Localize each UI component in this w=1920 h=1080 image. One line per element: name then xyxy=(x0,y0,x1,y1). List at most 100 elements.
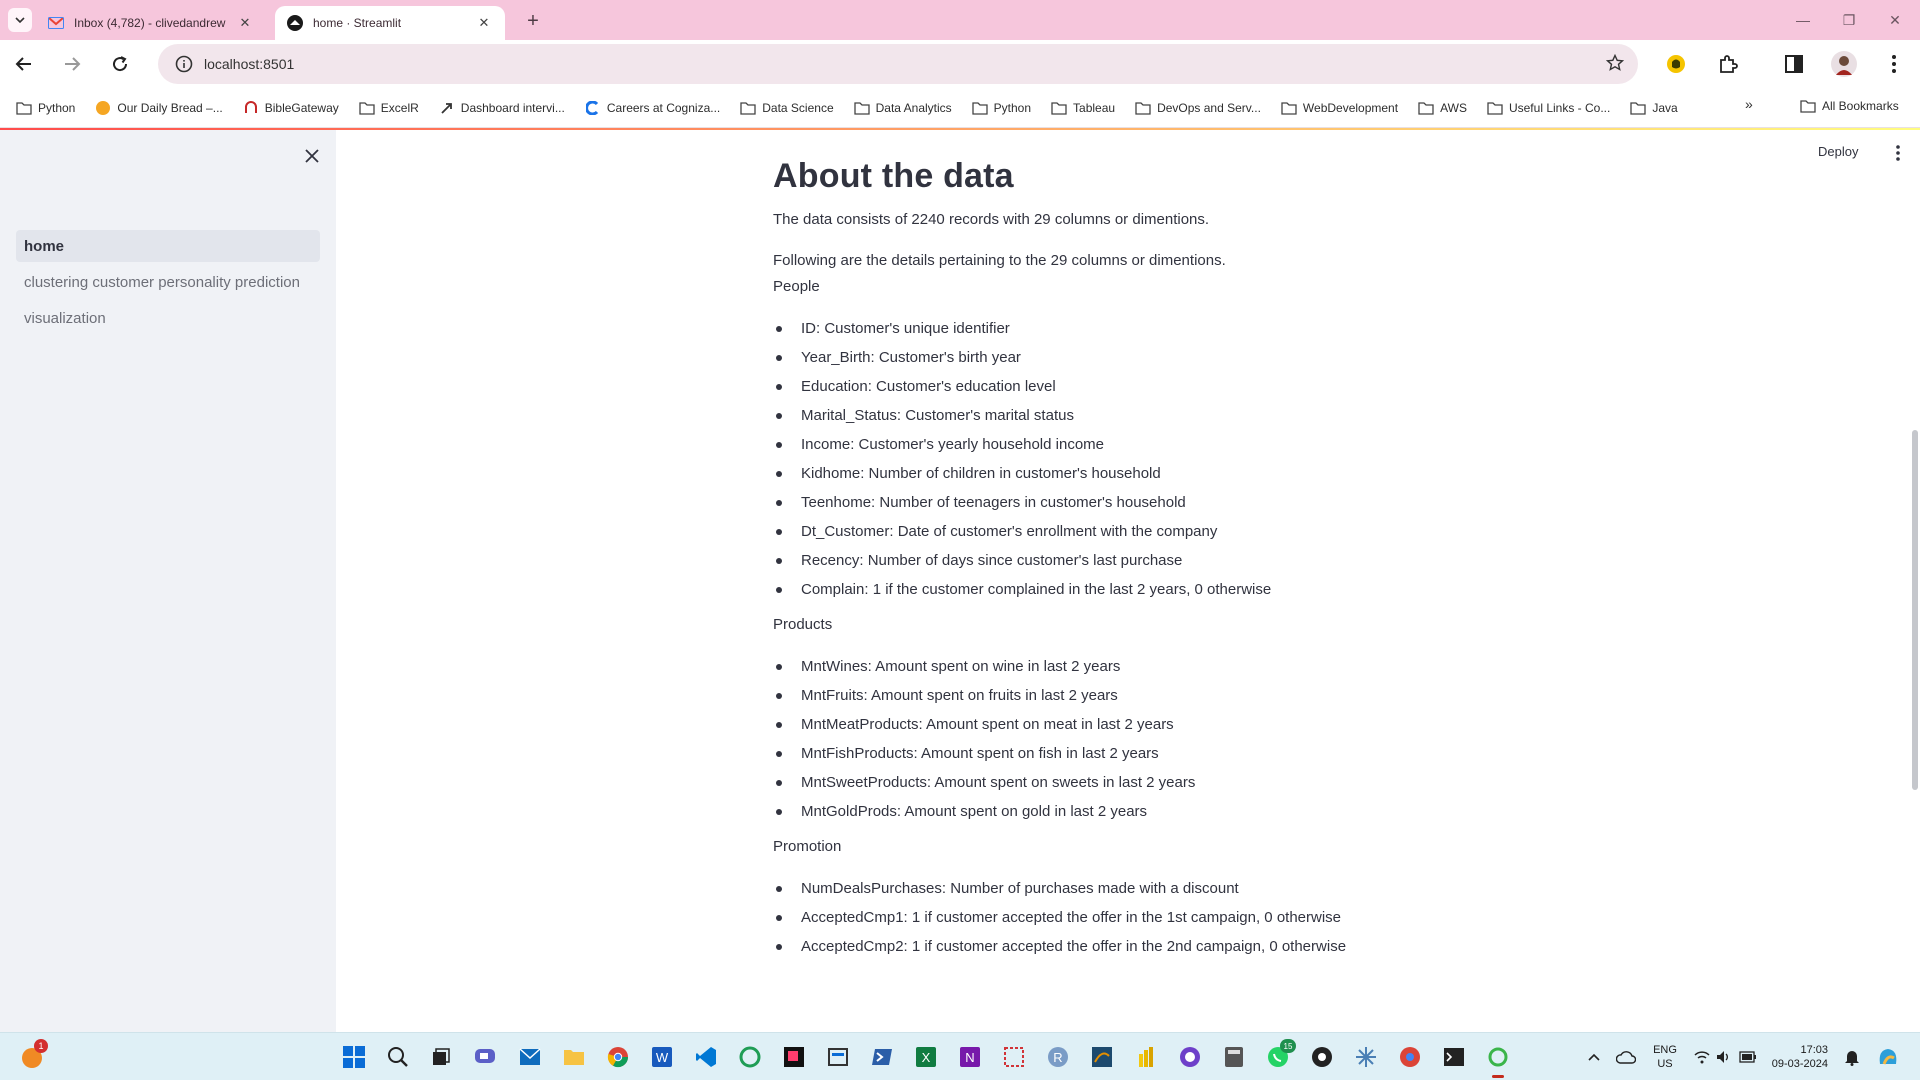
task-view-icon[interactable] xyxy=(427,1043,455,1071)
search-icon[interactable] xyxy=(384,1043,412,1071)
bookmark-biblegateway[interactable]: BibleGateway xyxy=(243,100,339,116)
clock-date: 09-03-2024 xyxy=(1771,1058,1828,1070)
app-icon[interactable] xyxy=(736,1043,764,1071)
extensions-puzzle-icon[interactable] xyxy=(1714,50,1742,78)
list-item: Marital_Status: Customer's marital statu… xyxy=(773,406,1473,435)
start-menu-icon[interactable] xyxy=(340,1043,368,1071)
onedrive-icon[interactable] xyxy=(1612,1043,1640,1071)
powershell-icon[interactable] xyxy=(868,1043,896,1071)
clock[interactable]: 17:03 09-03-2024 xyxy=(1768,1043,1828,1071)
back-button[interactable] xyxy=(8,48,40,80)
language-indicator[interactable]: ENG US xyxy=(1650,1043,1680,1071)
sidebar-item-visualization[interactable]: visualization xyxy=(16,302,320,334)
app-icon[interactable] xyxy=(780,1043,808,1071)
sidebar-item-home[interactable]: home xyxy=(16,230,320,262)
chrome-icon[interactable] xyxy=(604,1043,632,1071)
side-panel-icon[interactable] xyxy=(1780,50,1808,78)
folder-icon xyxy=(853,100,870,116)
onenote-icon[interactable]: N xyxy=(956,1043,984,1071)
close-window-button[interactable]: ✕ xyxy=(1872,0,1918,40)
bookmark-label: Useful Links - Co... xyxy=(1508,100,1611,115)
new-tab-button[interactable]: + xyxy=(520,8,546,34)
bookmark-devops[interactable]: DevOps and Serv... xyxy=(1135,100,1261,116)
more-bookmarks-button[interactable]: » xyxy=(1745,96,1753,112)
mail-icon[interactable] xyxy=(516,1043,544,1071)
forward-button[interactable] xyxy=(56,48,88,80)
tab-gmail[interactable]: Inbox (4,782) - clivedandrew ✕ xyxy=(36,6,266,40)
profile-avatar[interactable] xyxy=(1830,50,1858,78)
deploy-button[interactable]: Deploy xyxy=(1818,144,1858,159)
app-icon[interactable] xyxy=(824,1043,852,1071)
excel-icon[interactable]: X xyxy=(912,1043,940,1071)
app-icon[interactable] xyxy=(1352,1043,1380,1071)
bookmark-dashboard-interview[interactable]: Dashboard intervi... xyxy=(439,100,565,116)
whatsapp-icon[interactable]: 15 xyxy=(1264,1039,1296,1071)
arrow-left-icon xyxy=(15,57,31,71)
github-icon[interactable] xyxy=(1176,1043,1204,1071)
close-tab-icon[interactable]: ✕ xyxy=(475,14,493,32)
svg-text:W: W xyxy=(656,1050,669,1065)
tab-streamlit[interactable]: home · Streamlit ✕ xyxy=(275,6,505,40)
taskbar-weather-icon[interactable]: 1 xyxy=(18,1039,48,1071)
url-text[interactable]: localhost:8501 xyxy=(204,56,294,72)
reload-button[interactable] xyxy=(104,48,136,80)
close-tab-icon[interactable]: ✕ xyxy=(236,14,254,32)
products-list: MntWines: Amount spent on wine in last 2… xyxy=(773,657,1473,831)
close-sidebar-button[interactable] xyxy=(300,144,324,168)
bookmark-our-daily-bread[interactable]: Our Daily Bread –... xyxy=(95,100,223,116)
bookmark-tableau[interactable]: Tableau xyxy=(1051,100,1115,116)
r-icon[interactable]: R xyxy=(1044,1043,1072,1071)
mysql-icon[interactable] xyxy=(1088,1043,1116,1071)
bookmark-aws[interactable]: AWS xyxy=(1418,100,1467,116)
bookmark-data-analytics[interactable]: Data Analytics xyxy=(853,100,952,116)
tab-search-button[interactable] xyxy=(8,8,32,32)
all-bookmarks-button[interactable]: All Bookmarks xyxy=(1800,98,1899,114)
extension-icon[interactable] xyxy=(1662,50,1690,78)
power-bi-icon[interactable] xyxy=(1132,1043,1160,1071)
bookmark-useful-links[interactable]: Useful Links - Co... xyxy=(1487,100,1610,116)
list-item: Kidhome: Number of children in customer'… xyxy=(773,464,1473,493)
bookmark-label: WebDevelopment xyxy=(1302,100,1399,115)
bookmark-java[interactable]: Java xyxy=(1630,100,1678,116)
main-menu-button[interactable] xyxy=(1888,142,1908,164)
browser-menu-icon[interactable] xyxy=(1880,50,1908,78)
bookmark-python-2[interactable]: Python xyxy=(972,100,1031,116)
svg-text:R: R xyxy=(1053,1050,1062,1065)
chrome-profile-icon[interactable] xyxy=(1396,1043,1424,1071)
cognizant-icon xyxy=(585,100,601,116)
file-explorer-icon[interactable] xyxy=(560,1043,588,1071)
calculator-icon[interactable] xyxy=(1220,1043,1248,1071)
bookmark-careers-cognizant[interactable]: Careers at Cogniza... xyxy=(585,100,720,116)
bookmark-excelr[interactable]: ExcelR xyxy=(359,100,419,116)
minimize-button[interactable]: — xyxy=(1780,0,1826,40)
page-scrollbar[interactable] xyxy=(1912,430,1918,790)
restore-button[interactable]: ❐ xyxy=(1826,0,1872,40)
odb-icon xyxy=(95,100,111,116)
kebab-menu-icon xyxy=(1896,145,1900,161)
battery-icon[interactable] xyxy=(1734,1043,1762,1071)
copilot-icon[interactable] xyxy=(1874,1043,1902,1071)
teams-chat-icon[interactable] xyxy=(471,1043,499,1071)
list-item: MntFishProducts: Amount spent on fish in… xyxy=(773,744,1473,773)
list-item: MntSweetProducts: Amount spent on sweets… xyxy=(773,773,1473,802)
sidebar-item-clustering[interactable]: clustering customer personality predicti… xyxy=(16,266,320,298)
site-info-icon[interactable] xyxy=(164,55,204,73)
bookmark-webdevelopment[interactable]: WebDevelopment xyxy=(1281,100,1398,116)
tab-title: Inbox (4,782) - clivedandrew xyxy=(74,16,226,30)
obs-icon[interactable] xyxy=(1308,1043,1336,1071)
address-bar[interactable]: localhost:8501 xyxy=(158,44,1638,84)
bookmark-python[interactable]: Python xyxy=(16,100,75,116)
notification-bell-icon[interactable] xyxy=(1838,1043,1866,1071)
terminal-icon[interactable] xyxy=(1440,1043,1468,1071)
vscode-icon[interactable] xyxy=(692,1043,720,1071)
sidebar-nav: home clustering customer personality pre… xyxy=(16,230,320,338)
bookmark-star-icon[interactable] xyxy=(1605,53,1625,77)
browser-toolbar: localhost:8501 xyxy=(0,40,1920,88)
bookmark-data-science[interactable]: Data Science xyxy=(740,100,834,116)
folder-icon xyxy=(972,100,988,116)
streamlit-app-taskbar-icon[interactable] xyxy=(1484,1043,1512,1078)
word-icon[interactable]: W xyxy=(648,1043,676,1071)
chevron-up-icon[interactable] xyxy=(1580,1043,1608,1071)
snipping-tool-icon[interactable] xyxy=(1000,1043,1028,1071)
section-heading-people: People xyxy=(773,278,820,295)
